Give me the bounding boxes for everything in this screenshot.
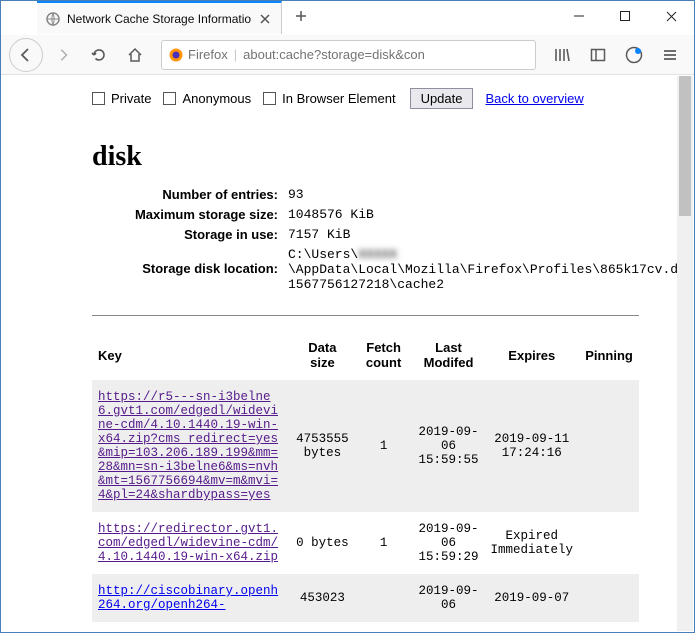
inbrowser-label: In Browser Element — [282, 91, 395, 106]
close-tab-icon[interactable] — [257, 11, 273, 27]
url-text: about:cache?storage=disk&con — [243, 47, 529, 62]
close-window-button[interactable] — [648, 1, 694, 31]
maximize-button[interactable] — [602, 1, 648, 31]
entries-label: Number of entries: — [92, 187, 288, 202]
inbrowser-checkbox[interactable] — [263, 92, 276, 105]
update-button[interactable]: Update — [410, 88, 474, 109]
col-expires: Expires — [485, 330, 580, 380]
cell-modified: 2019-09-06 15:59:55 — [413, 380, 485, 512]
reload-button[interactable] — [83, 39, 115, 71]
titlebar: Network Cache Storage Informatio — [1, 1, 694, 35]
page-content: Private Anonymous In Browser Element Upd… — [2, 76, 677, 631]
col-key: Key — [92, 330, 290, 380]
cell-key: https://r5---sn-i3belne6.gvt1.com/edgedl… — [92, 380, 290, 512]
tab-title: Network Cache Storage Informatio — [67, 12, 251, 26]
cell-expires: 2019-09-07 — [485, 574, 580, 622]
cell-pinning — [579, 380, 639, 512]
cache-entry-link[interactable]: https://r5---sn-i3belne6.gvt1.com/edgedl… — [98, 390, 278, 502]
col-modified: Last Modifed — [413, 330, 485, 380]
entries-value: 93 — [288, 187, 304, 202]
cell-modified: 2019-09-06 — [413, 574, 485, 622]
inuse-value: 7157 KiB — [288, 227, 350, 242]
location-label: Storage disk location: — [92, 247, 288, 292]
cell-expires: Expired Immediately — [485, 512, 580, 574]
table-row: http://ciscobinary.openh264.org/openh264… — [92, 574, 639, 622]
storage-meta: Number of entries: 93 Maximum storage si… — [92, 187, 639, 316]
meta-row-inuse: Storage in use: 7157 KiB — [92, 227, 639, 242]
maxsize-label: Maximum storage size: — [92, 207, 288, 222]
sidebar-button[interactable] — [582, 39, 614, 71]
back-button[interactable] — [9, 38, 43, 72]
col-datasize: Data size — [290, 330, 355, 380]
cell-pinning — [579, 574, 639, 622]
library-button[interactable] — [546, 39, 578, 71]
table-row: https://redirector.gvt1.com/edgedl/widev… — [92, 512, 639, 574]
location-value: C:\Users\XXXXX\AppData\Local\Mozilla\Fir… — [288, 247, 618, 292]
meta-row-location: Storage disk location: C:\Users\XXXXX\Ap… — [92, 247, 639, 292]
col-fetch: Fetch count — [355, 330, 413, 380]
tab-favicon — [45, 11, 61, 27]
back-to-overview-link[interactable]: Back to overview — [485, 91, 583, 106]
anonymous-checkbox[interactable] — [163, 92, 176, 105]
cell-modified: 2019-09-06 15:59:29 — [413, 512, 485, 574]
nav-toolbar: Firefox | about:cache?storage=disk&con — [1, 35, 694, 75]
private-checkbox[interactable] — [92, 92, 105, 105]
private-label: Private — [111, 91, 151, 106]
cell-pinning — [579, 512, 639, 574]
vertical-scrollbar[interactable] — [677, 76, 693, 631]
cell-key: https://redirector.gvt1.com/edgedl/widev… — [92, 512, 290, 574]
cell-fetch: 1 — [355, 512, 413, 574]
firefox-icon — [168, 47, 184, 63]
forward-button[interactable] — [47, 39, 79, 71]
cell-size: 0 bytes — [290, 512, 355, 574]
meta-row-entries: Number of entries: 93 — [92, 187, 639, 202]
inuse-label: Storage in use: — [92, 227, 288, 242]
meta-row-maxsize: Maximum storage size: 1048576 KiB — [92, 207, 639, 222]
scrollbar-thumb[interactable] — [679, 76, 691, 216]
cell-fetch — [355, 574, 413, 622]
identity-box[interactable]: Firefox — [168, 47, 228, 63]
account-button[interactable] — [618, 39, 650, 71]
cell-key: http://ciscobinary.openh264.org/openh264… — [92, 574, 290, 622]
identity-label: Firefox — [188, 47, 228, 62]
cache-entries-table: Key Data size Fetch count Last Modifed E… — [92, 330, 639, 622]
maxsize-value: 1048576 KiB — [288, 207, 374, 222]
cache-entry-link[interactable]: http://ciscobinary.openh264.org/openh264… — [98, 584, 278, 612]
anonymous-label: Anonymous — [182, 91, 251, 106]
browser-tab[interactable]: Network Cache Storage Informatio — [37, 1, 282, 34]
cache-entry-link[interactable]: https://redirector.gvt1.com/edgedl/widev… — [98, 522, 278, 564]
table-header-row: Key Data size Fetch count Last Modifed E… — [92, 330, 639, 380]
table-row: https://r5---sn-i3belne6.gvt1.com/edgedl… — [92, 380, 639, 512]
cell-fetch: 1 — [355, 380, 413, 512]
col-pinning: Pinning — [579, 330, 639, 380]
new-tab-button[interactable] — [286, 1, 316, 31]
storage-heading: disk — [92, 141, 677, 173]
minimize-button[interactable] — [556, 1, 602, 31]
window-controls — [556, 1, 694, 31]
menu-button[interactable] — [654, 39, 686, 71]
home-button[interactable] — [119, 39, 151, 71]
filter-row: Private Anonymous In Browser Element Upd… — [2, 88, 677, 119]
cell-size: 453023 — [290, 574, 355, 622]
url-bar[interactable]: Firefox | about:cache?storage=disk&con — [161, 40, 536, 70]
cell-size: 4753555 bytes — [290, 380, 355, 512]
cell-expires: 2019-09-11 17:24:16 — [485, 380, 580, 512]
